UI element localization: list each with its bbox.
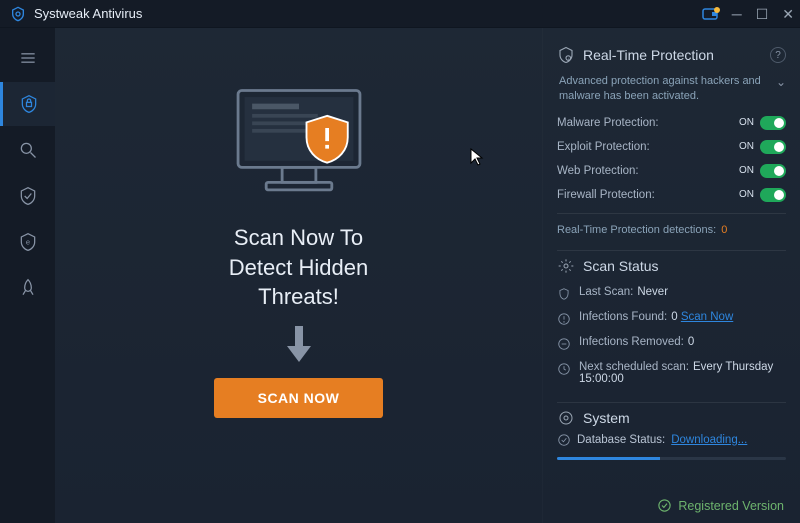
rtp-row-firewall: Firewall Protection:ON <box>557 183 786 207</box>
scan-now-link[interactable]: Scan Now <box>681 311 733 323</box>
sidebar-item-web[interactable]: e <box>0 220 55 264</box>
wallet-icon[interactable] <box>702 8 718 20</box>
app-title: Systweak Antivirus <box>34 6 702 21</box>
download-progress <box>557 457 786 460</box>
registered-badge: Registered Version <box>657 498 784 513</box>
rtp-row-exploit: Exploit Protection:ON <box>557 135 786 159</box>
app-logo-icon <box>10 6 26 22</box>
sidebar-item-scan[interactable] <box>0 128 55 172</box>
monitor-illustration-icon <box>224 83 374 205</box>
rtp-row-malware: Malware Protection:ON <box>557 111 786 135</box>
toggle-malware[interactable] <box>760 116 786 130</box>
rtp-section-header: i Real-Time Protection ? <box>557 46 786 64</box>
headline: Scan Now To Detect Hidden Threats! <box>199 223 399 312</box>
sidebar-item-boost[interactable] <box>0 266 55 310</box>
infections-removed-row: Infections Removed:0 <box>557 331 786 356</box>
svg-text:e: e <box>25 238 29 247</box>
rtp-detections: Real-Time Protection detections: 0 <box>557 220 786 244</box>
arrow-down-icon <box>283 324 315 364</box>
main-content: Scan Now To Detect Hidden Threats! SCAN … <box>55 28 542 523</box>
rtp-row-web: Web Protection:ON <box>557 159 786 183</box>
toggle-exploit[interactable] <box>760 140 786 154</box>
rtp-note: Advanced protection against hackers and … <box>559 74 770 105</box>
sidebar-menu-toggle[interactable] <box>0 36 55 80</box>
scan-now-button[interactable]: SCAN NOW <box>214 378 384 418</box>
scan-status-header: Scan Status <box>557 257 786 275</box>
scan-status-title: Scan Status <box>583 258 659 274</box>
right-panel: i Real-Time Protection ? Advanced protec… <box>542 28 800 523</box>
toggle-web[interactable] <box>760 164 786 178</box>
gear-icon <box>557 257 575 275</box>
titlebar: Systweak Antivirus ─ ☐ ✕ <box>0 0 800 28</box>
toggle-firewall[interactable] <box>760 188 786 202</box>
maximize-button[interactable]: ☐ <box>756 7 769 21</box>
rtp-title: Real-Time Protection <box>583 47 714 63</box>
sidebar-item-protection[interactable] <box>0 82 55 126</box>
next-scan-row: Next scheduled scan:Every Thursday 15:00… <box>557 356 786 390</box>
db-status-value: Downloading... <box>671 434 747 446</box>
system-title: System <box>583 410 630 426</box>
sidebar-item-quarantine[interactable] <box>0 174 55 218</box>
help-icon[interactable]: ? <box>770 47 786 63</box>
system-gear-icon <box>557 409 575 427</box>
close-button[interactable]: ✕ <box>782 7 794 21</box>
database-status-row: Database Status: Downloading... <box>557 427 786 453</box>
shield-icon: i <box>557 46 575 64</box>
last-scan-row: Last Scan:Never <box>557 281 786 306</box>
minimize-button[interactable]: ─ <box>732 7 742 21</box>
infections-found-row: Infections Found:0 Scan Now <box>557 306 786 331</box>
chevron-down-icon[interactable]: ⌄ <box>776 74 786 91</box>
system-header: System <box>557 409 786 427</box>
sidebar: e <box>0 28 55 523</box>
